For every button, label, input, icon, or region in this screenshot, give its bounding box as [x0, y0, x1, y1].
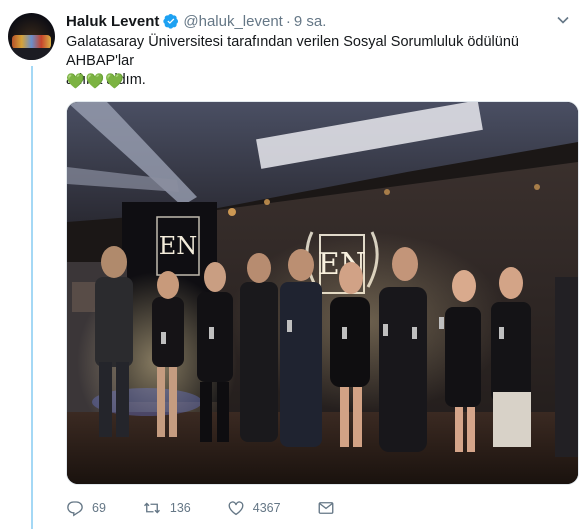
retweet-button[interactable]: 136	[142, 499, 191, 517]
chevron-down-icon[interactable]	[556, 13, 570, 27]
retweet-count: 136	[169, 501, 191, 515]
reply-icon	[67, 501, 83, 517]
author-handle[interactable]: @haluk_levent	[183, 13, 282, 30]
thread-line	[31, 66, 33, 529]
award-logo-small: EN	[159, 232, 198, 260]
tweet-timestamp[interactable]: 9 sa.	[294, 13, 327, 30]
separator-dot: ·	[285, 12, 291, 30]
direct-message-button[interactable]	[317, 499, 343, 517]
author-name[interactable]: Haluk Levent	[66, 13, 159, 30]
tweet-header: Haluk Levent @haluk_levent · 9 sa.	[66, 11, 570, 31]
verified-badge-icon	[163, 14, 179, 29]
heart-icon	[228, 501, 244, 516]
avatar-stage-lights	[12, 35, 51, 49]
tweet-text-line-2: adına aldım.	[66, 72, 146, 88]
avatar-crowd	[8, 48, 55, 60]
tweet-actions: 69 136 4367	[66, 498, 379, 518]
tweet-text-line-1: Galatasaray Üniversitesi tarafından veri…	[66, 34, 519, 69]
retweet-icon	[143, 502, 160, 514]
envelope-icon	[318, 502, 334, 514]
reply-button[interactable]: 69	[66, 499, 106, 517]
award-ceremony-photo: EN EN	[67, 102, 578, 484]
reply-count: 69	[92, 501, 106, 515]
like-button[interactable]: 4367	[227, 499, 281, 517]
avatar[interactable]	[8, 13, 55, 60]
like-count: 4367	[252, 501, 281, 515]
tweet-text: Galatasaray Üniversitesi tarafından veri…	[66, 33, 566, 90]
green-heart-emojis: 💚💚💚	[66, 73, 126, 90]
tweet-photo[interactable]: EN EN	[66, 101, 579, 485]
